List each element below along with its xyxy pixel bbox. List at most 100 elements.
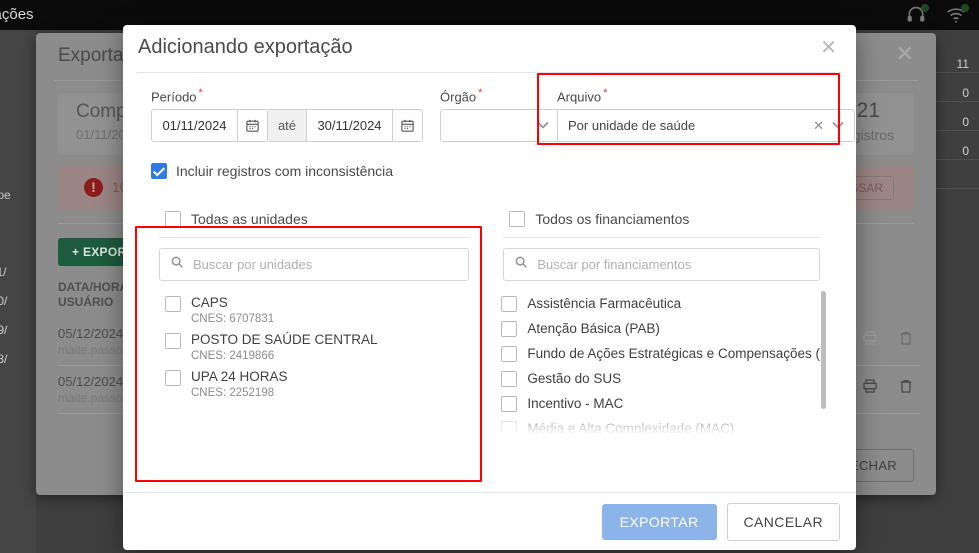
calendar-icon[interactable]	[237, 109, 268, 143]
exportar-button[interactable]: EXPORTAR	[601, 503, 717, 540]
required-marker: *	[478, 87, 483, 99]
periodo-end-input[interactable]	[306, 109, 392, 143]
modal-header: Adicionando exportação ✕	[123, 25, 856, 73]
periodo-label: Período *	[151, 87, 203, 105]
financiamentos-search-input[interactable]	[537, 257, 809, 272]
list-item[interactable]: UPA 24 HORAS CNES: 2252198	[159, 365, 469, 402]
unidade-cnes: CNES: 2252198	[191, 387, 275, 399]
orgao-select[interactable]	[440, 109, 560, 143]
incluir-inconsistencia-label: Incluir registros com inconsistência	[176, 163, 394, 179]
orgao-label: Órgão *	[440, 87, 483, 105]
financiamentos-search-box[interactable]	[503, 248, 820, 281]
financiamentos-panel: Todos os financiamentos Buscar por finan…	[495, 203, 828, 437]
financiamento-checkbox[interactable]	[501, 345, 518, 362]
financiamento-checkbox[interactable]	[501, 320, 518, 337]
financiamento-checkbox[interactable]	[501, 420, 518, 437]
financiamentos-list[interactable]: Assistência Farmacêutica Atenção Básica …	[495, 289, 828, 437]
unidades-search-box[interactable]	[159, 248, 470, 281]
unidade-checkbox[interactable]	[165, 333, 181, 349]
todos-financiamentos-row[interactable]: Todos os financiamentos	[495, 203, 828, 237]
financiamento-checkbox[interactable]	[501, 295, 518, 312]
unidade-checkbox[interactable]	[165, 296, 181, 312]
unidades-panel: Todas as unidades Buscar por unidades CA…	[151, 203, 477, 437]
list-item[interactable]: POSTO DE SAÚDE CENTRAL CNES: 2419866	[159, 328, 469, 365]
chevron-down-icon	[832, 120, 844, 132]
trash-icon[interactable]	[898, 330, 914, 346]
unidade-name: UPA 24 HORAS	[191, 369, 288, 384]
list-item[interactable]: Média e Alta Complexidade (MAC)	[501, 416, 820, 437]
background-date-column: 30/11/ 31/10/ 30/09/ 31/08/	[0, 258, 7, 374]
unidades-search-input[interactable]	[193, 257, 459, 272]
unidades-search-wrap	[151, 238, 477, 289]
adicionando-exportacao-modal: Adicionando exportação ✕ Período * 01/11…	[123, 25, 856, 550]
bg-date-cell: 30/09/	[0, 323, 8, 337]
todas-unidades-label: Todas as unidades	[191, 211, 308, 227]
todas-unidades-checkbox[interactable]	[165, 211, 181, 227]
periodo-separator: até	[268, 109, 306, 143]
incluir-inconsistencia-checkbox[interactable]	[151, 163, 167, 179]
top-bar-icon-group	[905, 4, 969, 25]
cancelar-button[interactable]: CANCELAR	[726, 502, 840, 541]
financiamento-checkbox[interactable]	[501, 370, 518, 387]
search-icon	[514, 255, 528, 274]
list-item[interactable]: Fundo de Ações Estratégicas e Compensaçõ…	[501, 341, 820, 366]
list-item[interactable]: CAPS CNES: 6707831	[159, 291, 469, 328]
unidade-cnes: CNES: 2419866	[191, 350, 275, 362]
periodo-field-group: Período* até	[151, 87, 423, 143]
arquivo-label: Arquivo *	[557, 87, 608, 105]
periodo-start-input[interactable]	[151, 109, 237, 143]
list-item[interactable]: Atenção Básica (PAB)	[501, 316, 820, 341]
print-icon[interactable]	[862, 378, 878, 394]
list-item[interactable]: Incentivo - MAC	[501, 391, 820, 416]
bg-date-cell: 30/11/	[0, 265, 7, 279]
unidade-checkbox[interactable]	[165, 370, 181, 386]
close-icon[interactable]: ✕	[816, 36, 841, 60]
financiamentos-search-wrap	[495, 238, 828, 289]
financiamento-label: Gestão do SUS	[527, 371, 622, 386]
unidades-list: CAPS CNES: 6707831 POSTO DE SAÚDE CENTRA…	[151, 289, 477, 402]
unidade-name: POSTO DE SAÚDE CENTRAL	[191, 332, 378, 347]
clear-x-icon[interactable]: ✕	[813, 118, 824, 134]
periodo-date-range: até	[151, 109, 423, 143]
selection-panels: Todas as unidades Buscar por unidades CA…	[151, 203, 828, 437]
list-item[interactable]: Assistência Farmacêutica	[501, 291, 820, 316]
modal-title: Adicionando exportação	[138, 36, 353, 58]
financiamento-label: Fundo de Ações Estratégicas e Compensaçõ…	[527, 346, 820, 361]
headset-icon[interactable]	[905, 4, 929, 25]
chevron-down-icon	[537, 120, 549, 132]
incluir-inconsistencia-checkbox-row[interactable]: Incluir registros com inconsistência	[151, 163, 842, 179]
financiamentos-scrollbar[interactable]	[821, 291, 826, 409]
required-marker: *	[198, 87, 203, 99]
header-divider	[137, 72, 842, 73]
todos-financiamentos-checkbox[interactable]	[509, 211, 526, 227]
screen-root: ortações	[0, 0, 979, 553]
modal-body: Período* até	[123, 87, 856, 437]
arquivo-selected-value: Por unidade de saúde	[568, 118, 696, 134]
arquivo-field-group: Arquivo * Por unidade de saúde ✕	[557, 87, 855, 143]
modal-footer: EXPORTAR CANCELAR	[123, 492, 856, 550]
bg-date-cell: 31/08/	[0, 352, 8, 366]
bg-date-cell: 31/10/	[0, 294, 8, 308]
trash-icon[interactable]	[898, 378, 914, 394]
arquivo-select[interactable]: Por unidade de saúde ✕	[557, 109, 855, 143]
financiamento-label: Incentivo - MAC	[527, 396, 624, 411]
app-title: ortações	[0, 6, 34, 23]
print-icon[interactable]	[862, 330, 878, 346]
todos-financiamentos-label: Todos os financiamentos	[535, 211, 690, 227]
headset-status-dot	[921, 4, 929, 12]
close-icon[interactable]: ✕	[896, 43, 914, 65]
registros-count: 21	[856, 99, 880, 122]
wifi-icon[interactable]	[945, 4, 969, 25]
error-icon: !	[84, 178, 103, 197]
list-item[interactable]: Gestão do SUS	[501, 366, 820, 391]
required-marker: *	[603, 87, 608, 99]
financiamento-checkbox[interactable]	[501, 395, 518, 412]
search-icon	[170, 255, 184, 274]
todas-unidades-row[interactable]: Todas as unidades	[151, 203, 477, 237]
financiamento-label: Atenção Básica (PAB)	[527, 321, 660, 336]
fields-row: Período* até	[137, 87, 855, 143]
calendar-icon[interactable]	[392, 109, 423, 143]
unidade-cnes: CNES: 6707831	[191, 313, 275, 325]
financiamento-label: Assistência Farmacêutica	[527, 296, 682, 311]
financiamento-label: Média e Alta Complexidade (MAC)	[527, 421, 735, 436]
